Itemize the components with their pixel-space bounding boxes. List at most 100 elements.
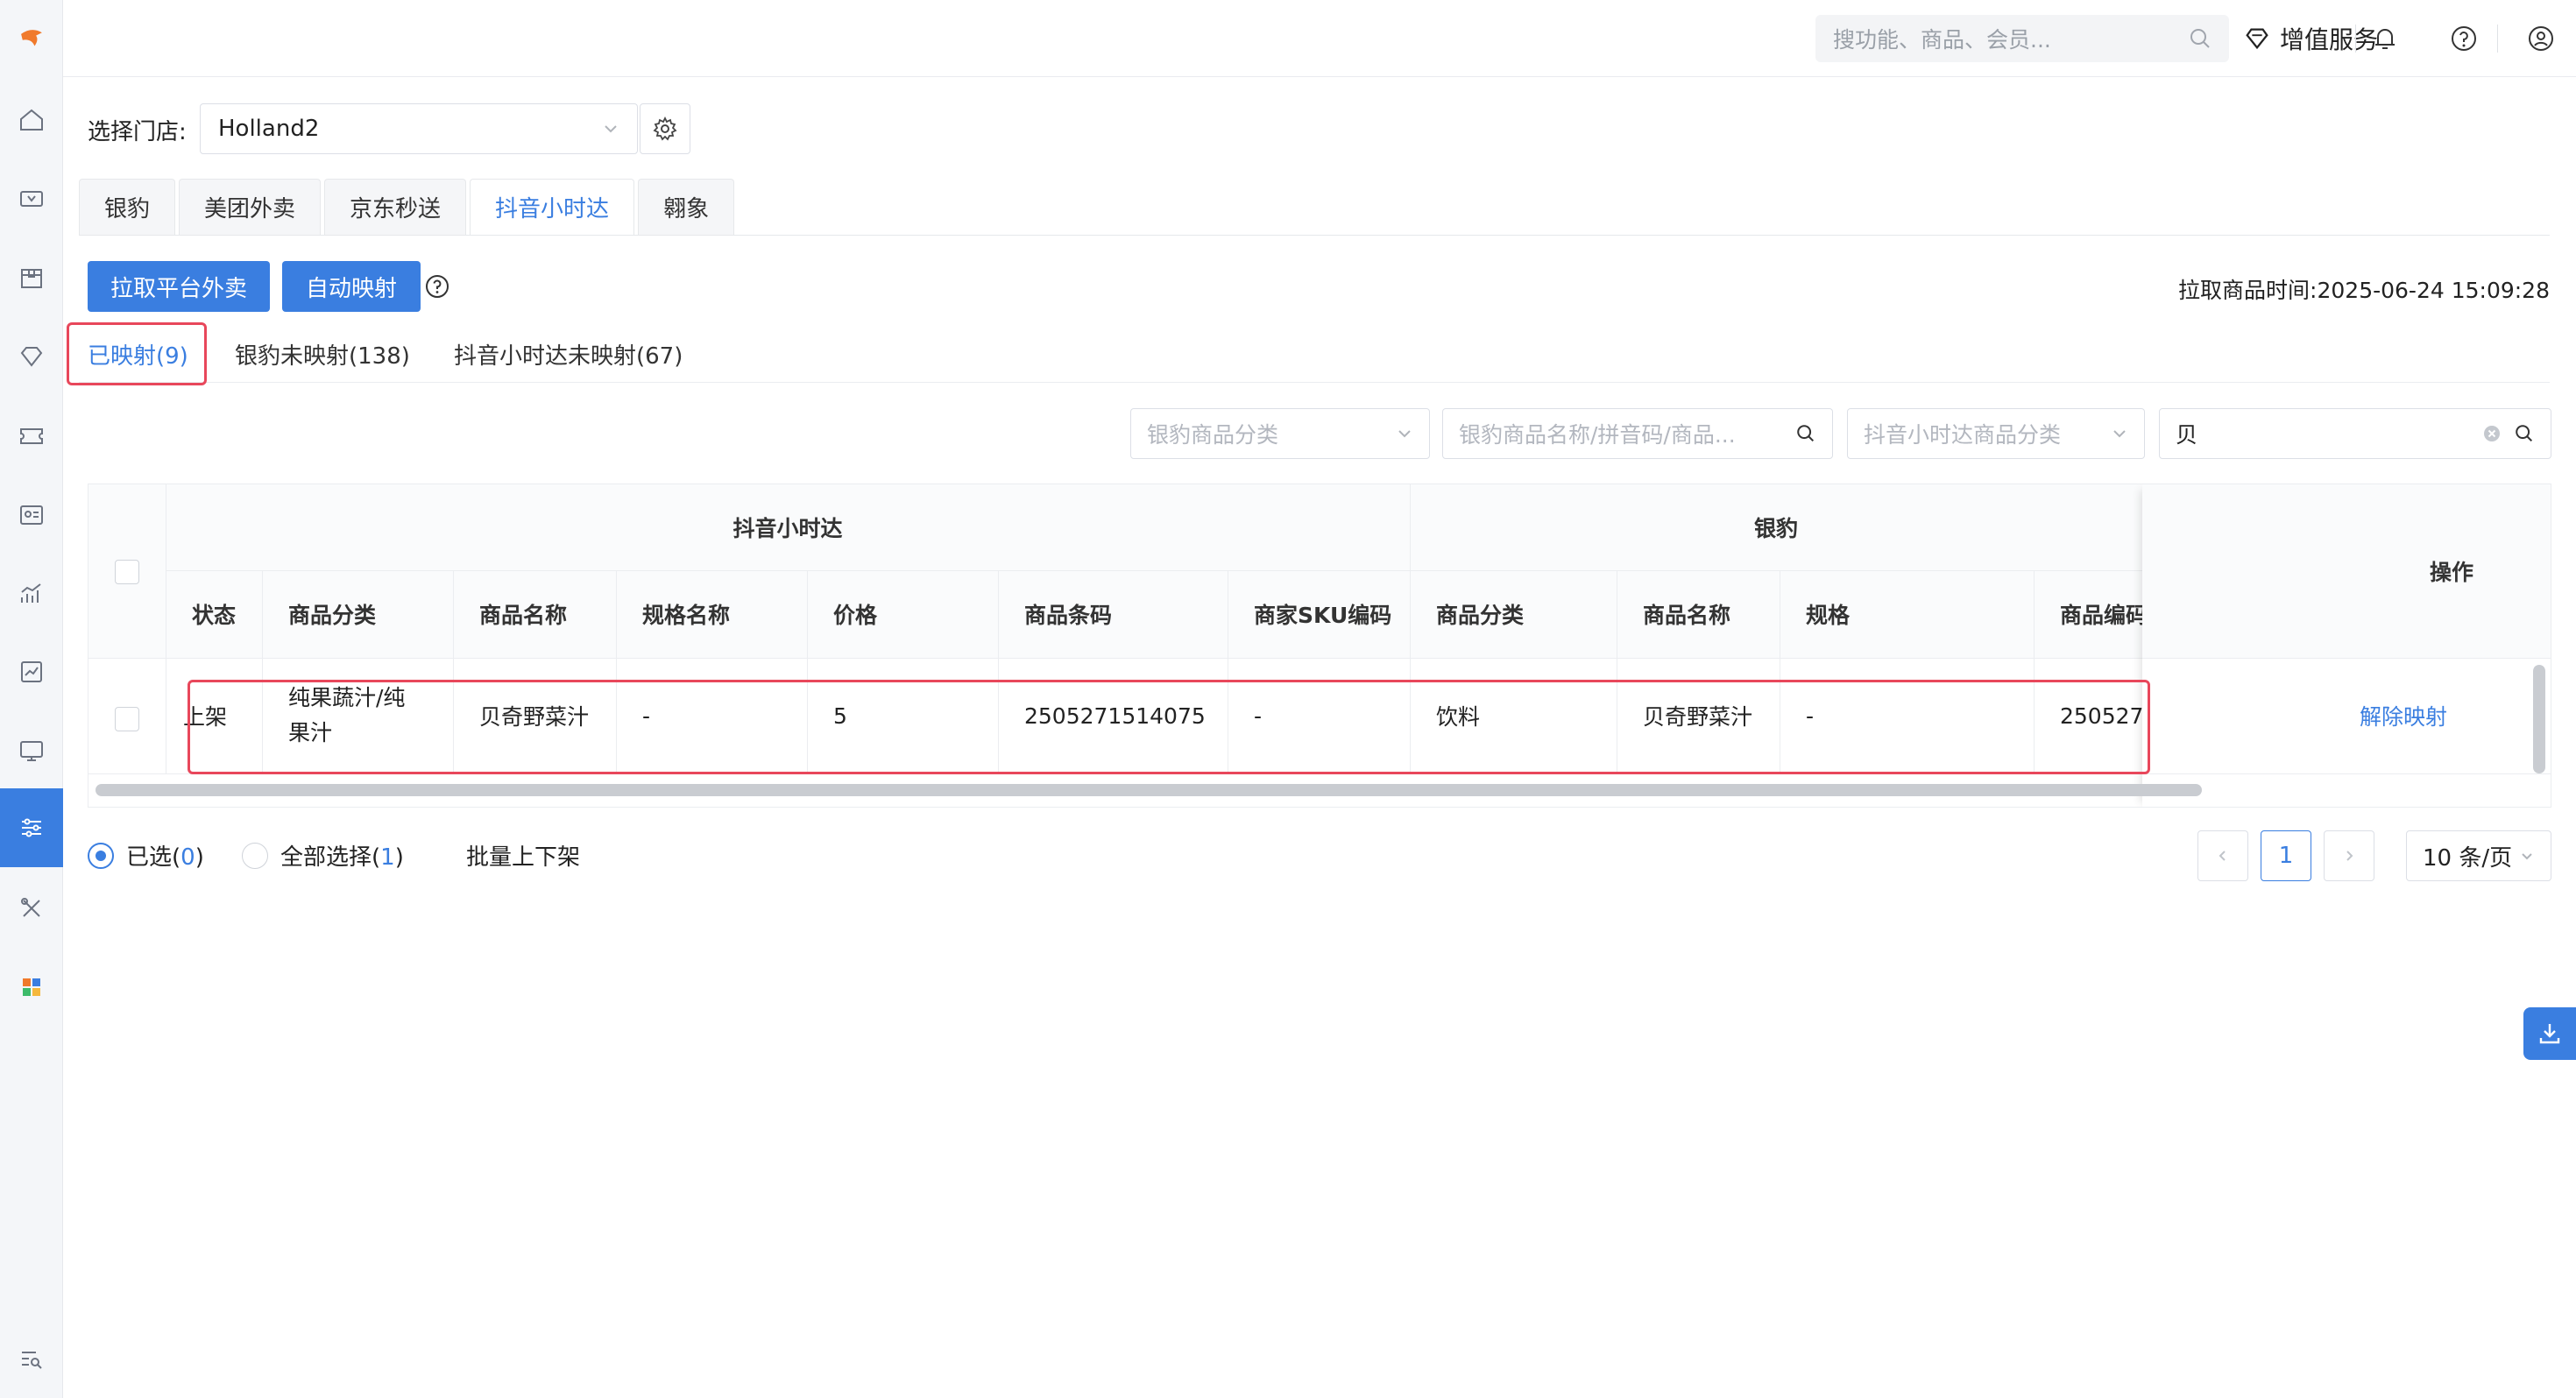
account-button[interactable] [2523,21,2558,56]
status-tabs-divider [79,382,2550,383]
chevron-down-icon [605,125,617,133]
col-yinbao-category: 商品分类 [1436,603,1525,628]
sidebar [0,0,63,1398]
tab-douyin[interactable]: 抖音小时达 [470,179,635,235]
paren: ) [394,844,404,871]
cashier-icon [20,191,43,207]
sidebar-item-home[interactable] [0,81,63,159]
trend-icon [21,661,42,682]
app-logo[interactable] [0,0,63,77]
global-search-input[interactable]: 搜功能、商品、会员... [1815,15,2229,62]
sidebar-item-apps[interactable] [0,948,63,1027]
douyin-category-placeholder: 抖音小时达商品分类 [1864,422,2062,448]
diamond-icon [2246,28,2268,50]
pull-platform-button[interactable]: 拉取平台外卖 [88,261,270,312]
col-yinbao-code: 商品编码 [2060,603,2142,628]
vertical-scrollbar[interactable] [2533,665,2545,773]
all-summary: 全部选择(1) [280,839,404,872]
value-added-services[interactable]: 增值服务 [2243,18,2378,60]
tab-jd[interactable]: 京东秒送 [324,179,467,235]
group-header-douyin: 抖音小时达 [732,516,843,541]
next-page-button[interactable] [2324,830,2374,881]
selected-count: 0 [180,844,195,871]
divider [2355,25,2356,53]
chevron-right-icon [2346,851,2353,861]
bell-icon [2375,29,2395,49]
yinbao-category-select[interactable]: 银豹商品分类 [1130,408,1430,459]
yinbao-name-search[interactable]: 银豹商品名称/拼音码/商品... [1442,408,1833,459]
tab-yinbao-unmapped[interactable]: 银豹未映射(138) [235,324,410,384]
all-label: 全部选择 [280,844,372,871]
unmap-link[interactable]: 解除映射 [2142,658,2551,773]
sidebar-item-reports[interactable] [0,554,63,632]
id-card-icon [20,505,43,525]
keyword-value: 贝 [2176,422,2198,448]
notification-button[interactable] [2367,21,2403,56]
sliders-icon [22,818,41,837]
sidebar-item-cashier[interactable] [0,159,63,238]
page-size-value: 10 条/页 [2423,844,2513,872]
highlight-box [188,680,2150,774]
douyin-category-select[interactable]: 抖音小时达商品分类 [1847,408,2145,459]
global-search-placeholder: 搜功能、商品、会员... [1833,27,2051,53]
store-settings-button[interactable] [640,103,690,154]
home-icon [20,109,43,131]
yinbao-category-placeholder: 银豹商品分类 [1147,422,1279,448]
user-icon [2529,26,2553,51]
clear-icon[interactable] [2482,424,2502,443]
col-merchant-sku: 商家SKU编码 [1254,603,1392,628]
paren: ( [172,844,181,871]
sidebar-item-display[interactable] [0,711,63,790]
help-icon[interactable] [422,272,452,301]
prev-page-button[interactable] [2197,830,2248,881]
row-checkbox[interactable] [115,707,139,731]
selected-radio[interactable] [88,843,114,869]
store-select[interactable]: Holland2 [200,103,638,154]
help-icon [2452,26,2476,51]
sidebar-item-settings[interactable] [0,788,63,867]
douyin-keyword-search[interactable]: 贝 [2159,408,2551,459]
selected-label: 已选 [126,844,173,871]
sidebar-item-tools[interactable] [0,869,63,948]
selected-summary: 已选(0) [126,839,204,872]
tab-aoxiang[interactable]: 翱象 [638,179,735,235]
store-selected-value: Holland2 [218,116,320,142]
value-added-label: 增值服务 [2280,25,2379,54]
sidebar-item-analysis[interactable] [0,632,63,711]
fetch-time: 拉取商品时间:2025-06-24 15:09:28 [2178,278,2550,303]
all-count: 1 [380,844,395,871]
sidebar-item-marketing[interactable] [0,396,63,475]
sidebar-item-staff[interactable] [0,475,63,554]
page-button[interactable]: 1 [2261,830,2311,881]
logo-icon [21,30,42,46]
tab-douyin-unmapped[interactable]: 抖音小时达未映射(67) [454,324,683,384]
diamond-icon [20,347,43,367]
paren: ) [195,844,204,871]
select-all-checkbox[interactable] [115,560,139,584]
apps-icon [23,978,40,996]
download-button[interactable] [2523,1007,2576,1060]
search-icon[interactable] [2514,423,2535,444]
tab-yinbao[interactable]: 银豹 [79,179,176,235]
col-price: 价格 [833,603,878,628]
tools-icon [21,898,40,917]
search-icon[interactable] [1795,423,1816,444]
page-size-select[interactable]: 10 条/页 [2406,830,2551,881]
col-barcode: 商品条码 [1024,603,1113,628]
top-bar: 搜功能、商品、会员... 增值服务 [63,0,2576,77]
yinbao-name-placeholder: 银豹商品名称/拼音码/商品... [1459,422,1736,448]
tab-meituan[interactable]: 美团外卖 [179,179,322,235]
ticket-icon [20,428,43,444]
paren: ( [372,844,381,871]
select-all-radio[interactable] [242,843,268,869]
sidebar-item-products[interactable] [0,238,63,317]
help-button[interactable] [2446,21,2481,56]
sidebar-item-search-menu[interactable] [0,1319,63,1398]
col-category: 商品分类 [288,603,377,628]
batch-toggle-link[interactable]: 批量上下架 [466,839,580,872]
tabs-divider [79,235,2550,236]
sidebar-item-member[interactable] [0,317,63,396]
horizontal-scrollbar[interactable] [96,784,2202,796]
box-icon [21,269,42,288]
auto-map-button[interactable]: 自动映射 [282,261,421,312]
